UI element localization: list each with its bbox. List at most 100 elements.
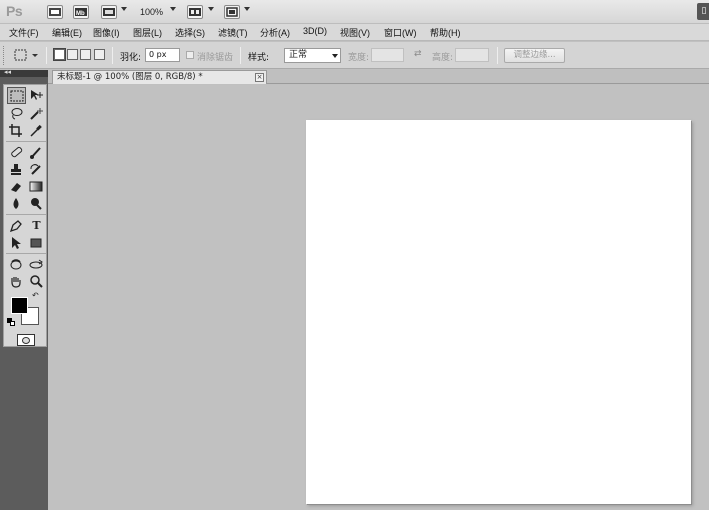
history-brush-icon xyxy=(30,164,41,175)
quick-mask-icon xyxy=(22,337,30,344)
move-tool[interactable] xyxy=(27,87,46,104)
chevron-down-icon xyxy=(332,54,338,58)
bandage-icon xyxy=(11,146,23,158)
svg-text:Mb: Mb xyxy=(76,11,85,17)
view-extras-dropdown-icon[interactable] xyxy=(121,7,127,11)
marquee-icon xyxy=(10,90,24,102)
hand-tool[interactable] xyxy=(7,273,26,290)
view-extras-button[interactable] xyxy=(101,5,117,19)
marquee-preset-icon[interactable] xyxy=(14,49,38,65)
document-tab[interactable]: 未标题-1 @ 100% (图层 0, RGB/8) * × xyxy=(52,70,267,84)
add-selection-icon[interactable] xyxy=(67,49,78,60)
path-selection-tool[interactable] xyxy=(7,234,26,251)
crop-tool[interactable] xyxy=(7,122,26,139)
menu-filter[interactable]: 滤镜(T) xyxy=(218,26,248,39)
height-label: 高度: xyxy=(432,53,454,63)
drop-icon xyxy=(13,198,19,209)
zoom-level[interactable]: 100% xyxy=(140,7,163,17)
minibridge-icon: Mb xyxy=(75,8,87,17)
menu-file[interactable]: 文件(F) xyxy=(9,26,39,39)
menu-view[interactable]: 视图(V) xyxy=(340,26,370,39)
menu-help[interactable]: 帮助(H) xyxy=(430,26,461,39)
dodge-tool[interactable] xyxy=(27,195,46,212)
3d-rotate-icon xyxy=(10,259,22,270)
3d-orbit-tool[interactable] xyxy=(27,256,46,273)
zoom-tool[interactable] xyxy=(27,273,46,290)
width-input[interactable] xyxy=(371,48,404,62)
collapse-icon[interactable]: ◂◂ xyxy=(4,68,11,76)
hand-icon xyxy=(11,277,21,288)
tools-panel-header[interactable]: ◂◂ xyxy=(0,68,48,77)
close-icon[interactable]: × xyxy=(255,73,264,82)
menu-analysis[interactable]: 分析(A) xyxy=(260,26,290,39)
screen-mode-dropdown-icon[interactable] xyxy=(244,7,250,11)
dodge-icon xyxy=(31,198,42,210)
document-tab-title: 未标题-1 @ 100% (图层 0, RGB/8) * xyxy=(57,72,203,82)
swap-width-height-icon[interactable]: ⇄ xyxy=(414,49,422,59)
eyedropper-icon xyxy=(30,124,42,137)
brush-tool[interactable] xyxy=(27,144,46,161)
tools-panel: T ↶ xyxy=(0,77,48,510)
zoom-dropdown-icon[interactable] xyxy=(170,7,176,11)
menu-select[interactable]: 选择(S) xyxy=(175,26,205,39)
crop-icon xyxy=(9,124,22,137)
eyedropper-tool[interactable] xyxy=(27,122,46,139)
swap-colors-icon[interactable]: ↶ xyxy=(32,291,39,300)
screen-mode-button[interactable] xyxy=(224,5,240,19)
menu-layer[interactable]: 图层(L) xyxy=(133,26,162,39)
intersect-selection-icon[interactable] xyxy=(94,49,105,60)
application-bar: Ps Mb 100% ▯ xyxy=(0,0,709,24)
rectangle-shape-tool[interactable] xyxy=(27,234,46,251)
arrow-pointer-icon xyxy=(12,237,21,249)
new-selection-icon[interactable] xyxy=(54,49,65,60)
antialias-checkbox[interactable] xyxy=(186,51,194,59)
menu-image[interactable]: 图像(I) xyxy=(93,26,120,39)
bridge-icon xyxy=(49,8,61,16)
screen-mode-icon xyxy=(226,7,238,17)
pen-tool[interactable] xyxy=(7,217,26,234)
menu-3d[interactable]: 3D(D) xyxy=(303,26,327,36)
options-bar: 羽化: 0 px 消除锯齿 样式: 正常 宽度: ⇄ 高度: 调整边缘... xyxy=(0,42,709,69)
move-icon xyxy=(31,90,43,100)
blur-tool[interactable] xyxy=(7,195,26,212)
antialias-label: 消除锯齿 xyxy=(197,53,234,63)
style-select[interactable]: 正常 xyxy=(284,48,341,63)
quick-selection-tool[interactable] xyxy=(27,105,46,122)
document-canvas[interactable] xyxy=(306,120,691,504)
photoshop-logo: Ps xyxy=(6,3,23,19)
lasso-tool[interactable] xyxy=(7,105,26,122)
eraser-tool[interactable] xyxy=(7,178,26,195)
spot-healing-tool[interactable] xyxy=(7,144,26,161)
arrange-docs-button[interactable] xyxy=(187,5,203,19)
clone-stamp-tool[interactable] xyxy=(7,161,26,178)
document-tab-bar: 未标题-1 @ 100% (图层 0, RGB/8) * × xyxy=(48,70,709,84)
rectangle-icon xyxy=(30,238,42,248)
3d-rotate-tool[interactable] xyxy=(7,256,26,273)
foreground-color-swatch[interactable] xyxy=(11,297,28,314)
lasso-icon xyxy=(11,108,23,120)
subtract-selection-icon[interactable] xyxy=(80,49,91,60)
feather-label: 羽化: xyxy=(120,53,142,63)
3d-orbit-icon xyxy=(29,259,43,269)
window-control-button[interactable]: ▯ xyxy=(697,3,709,20)
gradient-tool[interactable] xyxy=(27,178,46,195)
gradient-icon xyxy=(29,181,43,192)
default-colors-icon[interactable] xyxy=(7,318,15,326)
width-label: 宽度: xyxy=(348,53,370,63)
refine-edge-button[interactable]: 调整边缘... xyxy=(504,48,565,63)
brush-icon xyxy=(30,147,41,159)
toolbox: T ↶ xyxy=(3,84,47,347)
quick-mask-button[interactable] xyxy=(17,334,35,346)
type-tool[interactable]: T xyxy=(27,217,46,234)
menu-window[interactable]: 窗口(W) xyxy=(384,26,417,39)
feather-input[interactable]: 0 px xyxy=(145,48,180,62)
minibridge-button[interactable]: Mb xyxy=(73,5,89,19)
history-brush-tool[interactable] xyxy=(27,161,46,178)
menu-edit[interactable]: 编辑(E) xyxy=(52,26,82,39)
arrange-dropdown-icon[interactable] xyxy=(208,7,214,11)
height-input[interactable] xyxy=(455,48,489,62)
bridge-button[interactable] xyxy=(47,5,63,19)
stamp-icon xyxy=(11,164,21,175)
options-grip[interactable] xyxy=(3,46,5,65)
rectangular-marquee-tool[interactable] xyxy=(7,87,26,104)
